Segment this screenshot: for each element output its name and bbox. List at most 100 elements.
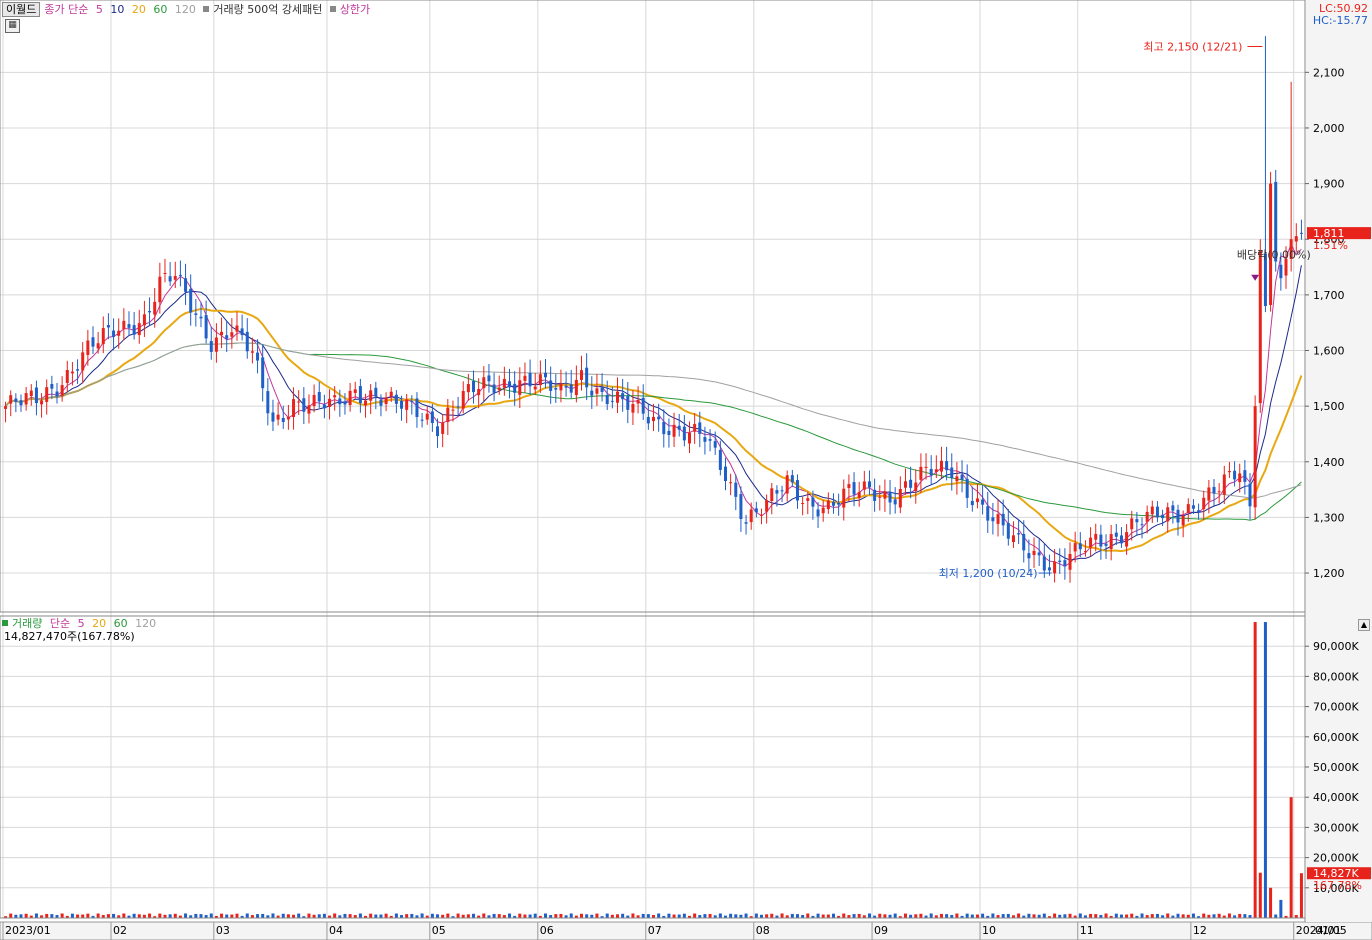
candle-body [1176,509,1180,523]
price-tick-label: 2,000 [1313,122,1345,135]
candle-body [112,330,116,337]
candle-body [795,480,799,501]
candle-body [780,490,784,492]
time-tick-label: 01/05 [1315,924,1347,937]
candle-body [204,315,208,339]
candle-body [883,491,887,499]
volume-bar [19,914,23,918]
volume-bar [70,913,74,918]
candle-body [770,488,774,502]
volume-tick-label: 50,000K [1313,761,1359,774]
candle-body [574,379,578,396]
candle-body [831,501,835,506]
volume-bar [703,914,707,918]
candle-body [281,417,285,422]
volume-bar [1063,914,1067,918]
candle-body [734,482,738,497]
candle-body [1094,533,1098,540]
volume-tick-label: 80,000K [1313,670,1359,683]
candle-body [703,437,707,442]
candle-body [847,484,851,488]
candle-body [487,375,491,382]
candle-body [508,381,512,388]
candle-body [1299,232,1303,234]
volume-bar [790,913,794,918]
candle-body [765,500,769,512]
ma60-label: 60 [153,3,168,16]
candle-body [816,509,820,517]
volume-bar [1212,914,1216,918]
candle-body [1063,560,1067,567]
candle-body [873,489,877,501]
panel-scroll-icon[interactable]: ▲ [1358,619,1370,631]
candle-body [436,426,440,437]
volume-bar [1089,913,1093,918]
candle-body [302,398,306,412]
volume-bar [1227,913,1231,918]
candle-body [1294,236,1298,242]
candle-body [194,313,198,315]
volume-bar [96,913,100,918]
candle-body [960,474,964,480]
volume-bar [893,913,897,918]
low-annotation: 최저 1,200 (10/24) [939,567,1038,580]
volume-bar [209,913,213,918]
candle-body [580,370,584,380]
candle-body [209,340,213,352]
candle-body [595,388,599,394]
volume-bar [1150,914,1154,918]
candle-body [1197,510,1201,513]
volume-bar [857,913,861,918]
candle-body [909,479,913,488]
candle-body [1222,474,1226,495]
volume-bar [122,913,126,918]
volume-bar [765,914,769,918]
volume-bar [1140,913,1144,918]
volume-bar [1258,872,1262,918]
candle-body [718,449,722,470]
candle-body [970,500,974,506]
candle-body [9,395,13,404]
volume-bar [903,913,907,918]
volume-bar [867,913,871,918]
volume-bar [1119,914,1123,918]
candle-body [178,274,182,276]
candle-body [250,351,254,353]
candle-body [184,278,188,292]
volume-bar [708,913,712,918]
candle-body [1171,505,1175,511]
candle-body [1155,506,1159,518]
candle-body [1207,487,1211,501]
volume-bar [410,913,414,918]
upper-limit-label: 상한가 [339,3,371,16]
candle-body [81,352,85,371]
volume-tick-label: 60,000K [1313,731,1359,744]
candle-body [1140,524,1144,526]
volume-bar [523,914,527,918]
volume-bar [394,913,398,918]
price-tick-label: 1,500 [1313,400,1345,413]
volume-bar [1191,913,1195,918]
volume-bar [317,914,321,918]
time-tick-label: 12 [1193,924,1207,937]
candle-body [924,466,928,468]
candle-body [405,399,409,410]
candle-body [806,498,810,501]
volume-bar [883,914,887,918]
stock-name-tab[interactable]: 이월드 [2,2,41,17]
volume-ma60-label: 60 [113,617,128,630]
table-icon[interactable]: ▦ [5,19,20,33]
candle-body [749,509,753,523]
volume-bar [492,913,496,918]
candle-body [1258,250,1262,404]
volume-bar [646,914,650,918]
candle-body [199,316,203,319]
candle-body [986,506,990,521]
price-tick-label: 1,900 [1313,178,1345,191]
candle-body [482,377,486,389]
candle-body [528,372,532,387]
candle-body [1243,470,1247,482]
volume-bar [374,914,378,918]
volume-bar [569,913,573,918]
volume-bar [554,914,558,918]
